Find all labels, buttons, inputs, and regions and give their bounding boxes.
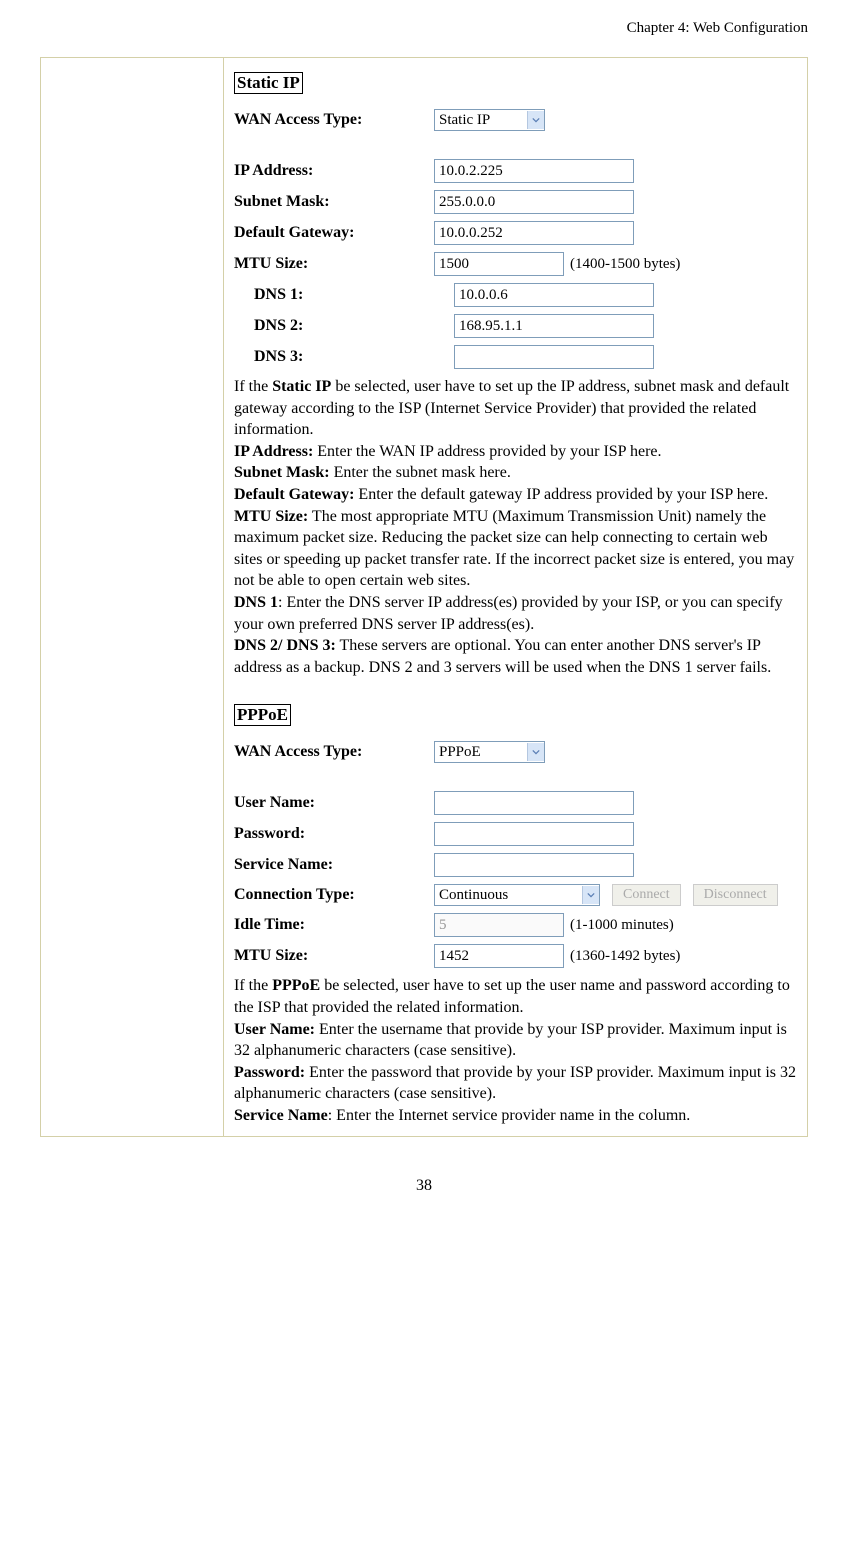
pppoe-wan-access-type-select[interactable]: PPPoE: [434, 741, 545, 763]
subnet-mask-input[interactable]: [434, 190, 634, 214]
password-input[interactable]: [434, 822, 634, 846]
chevron-down-icon: [527, 111, 544, 129]
chapter-header: Chapter 4: Web Configuration: [40, 20, 808, 37]
pppoe-mtu-size-hint: (1360-1492 bytes): [570, 948, 680, 965]
service-name-input[interactable]: [434, 853, 634, 877]
static-ip-form: WAN Access Type: Static IP IP Address: S…: [234, 109, 797, 369]
dns2-label: DNS 2:: [234, 317, 454, 335]
content-table: Static IP WAN Access Type: Static IP IP …: [40, 57, 808, 1137]
mtu-size-hint: (1400-1500 bytes): [570, 256, 680, 273]
dns1-input[interactable]: [454, 283, 654, 307]
dns2-input[interactable]: [454, 314, 654, 338]
wan-access-type-value: Static IP: [439, 112, 490, 129]
ip-address-label: IP Address:: [234, 162, 434, 180]
pppoe-wan-access-type-value: PPPoE: [439, 744, 481, 761]
ip-address-input[interactable]: [434, 159, 634, 183]
mtu-size-label: MTU Size:: [234, 255, 434, 273]
chevron-down-icon: [527, 743, 544, 761]
pppoe-form: WAN Access Type: PPPoE User Name: Passwo…: [234, 741, 797, 968]
page-number: 38: [40, 1177, 808, 1195]
connection-type-value: Continuous: [439, 887, 508, 904]
pppoe-desc: If the PPPoE be selected, user have to s…: [234, 975, 797, 1126]
pppoe-heading: PPPoE: [234, 704, 291, 726]
pppoe-wan-access-type-label: WAN Access Type:: [234, 743, 434, 761]
service-name-label: Service Name:: [234, 856, 434, 874]
dns3-label: DNS 3:: [234, 348, 454, 366]
connect-button[interactable]: Connect: [612, 884, 681, 906]
pppoe-mtu-size-input[interactable]: [434, 944, 564, 968]
disconnect-button[interactable]: Disconnect: [693, 884, 778, 906]
user-name-label: User Name:: [234, 794, 434, 812]
default-gateway-label: Default Gateway:: [234, 224, 434, 242]
dns1-label: DNS 1:: [234, 286, 454, 304]
idle-time-label: Idle Time:: [234, 916, 434, 934]
static-ip-desc: If the Static IP be selected, user have …: [234, 376, 797, 678]
mtu-size-input[interactable]: [434, 252, 564, 276]
connection-type-select[interactable]: Continuous: [434, 884, 600, 906]
wan-access-type-label: WAN Access Type:: [234, 111, 434, 129]
password-label: Password:: [234, 825, 434, 843]
idle-time-input[interactable]: [434, 913, 564, 937]
chevron-down-icon: [582, 886, 599, 904]
idle-time-hint: (1-1000 minutes): [570, 917, 674, 934]
wan-access-type-select[interactable]: Static IP: [434, 109, 545, 131]
user-name-input[interactable]: [434, 791, 634, 815]
dns3-input[interactable]: [454, 345, 654, 369]
static-ip-heading: Static IP: [234, 72, 303, 94]
pppoe-mtu-size-label: MTU Size:: [234, 947, 434, 965]
connection-type-label: Connection Type:: [234, 886, 434, 904]
content-cell: Static IP WAN Access Type: Static IP IP …: [224, 58, 808, 1137]
sidebar-cell: [41, 58, 224, 1137]
subnet-mask-label: Subnet Mask:: [234, 193, 434, 211]
default-gateway-input[interactable]: [434, 221, 634, 245]
